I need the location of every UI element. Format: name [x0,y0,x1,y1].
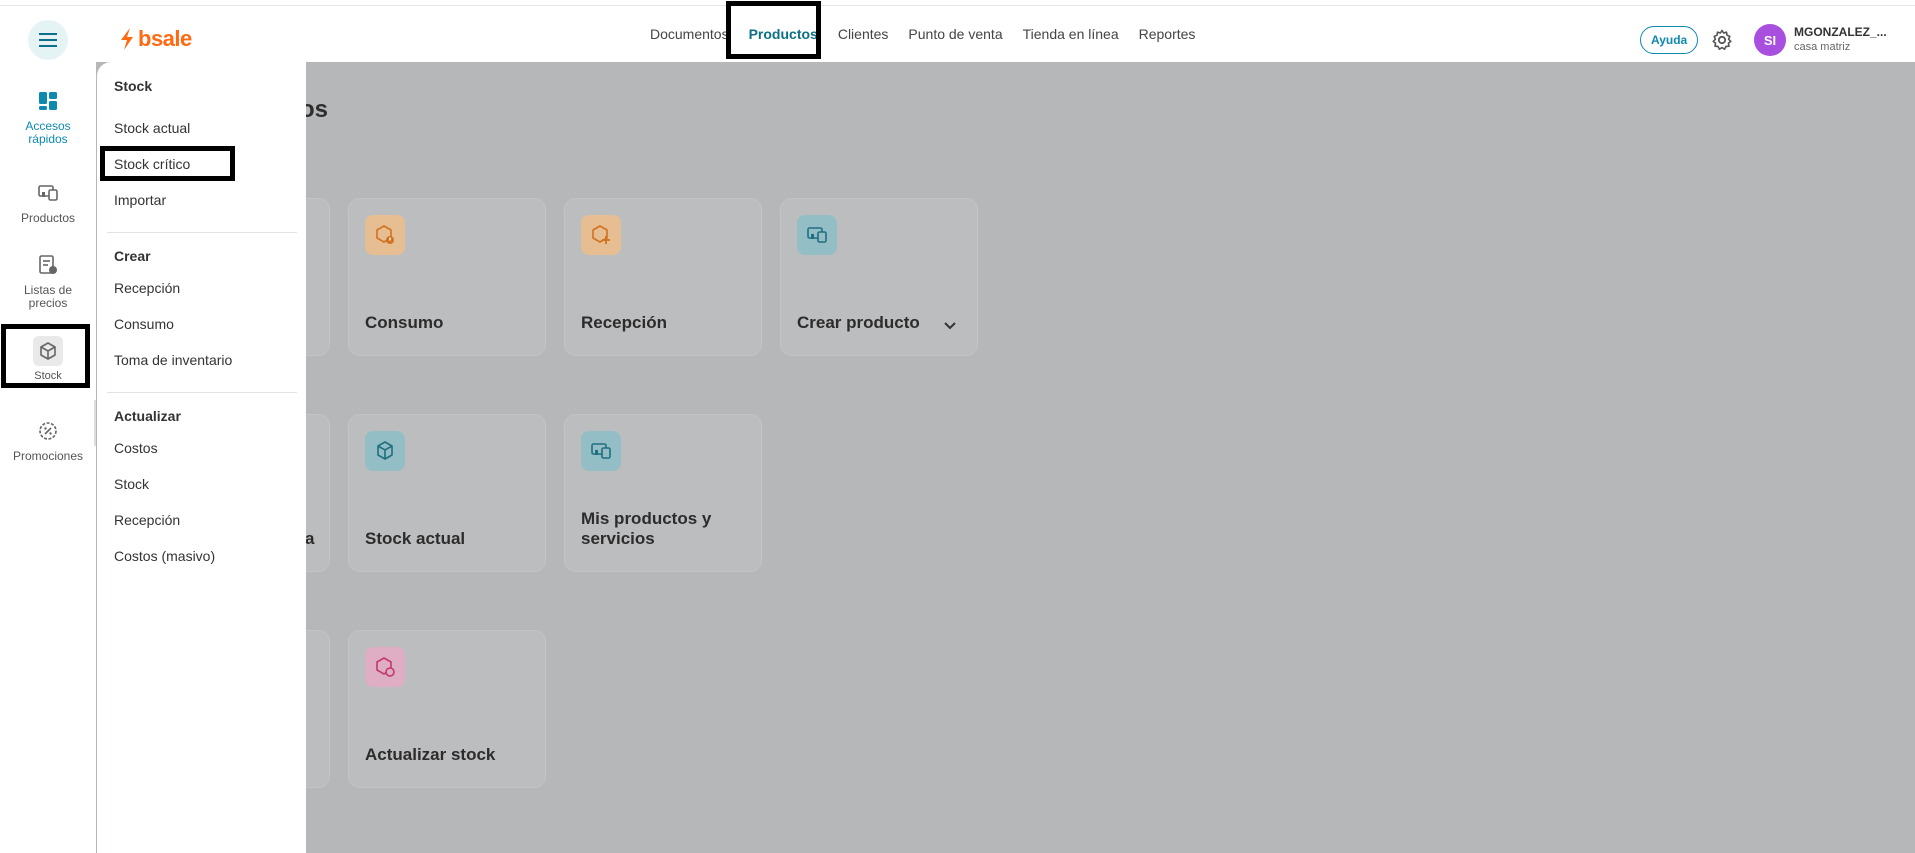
submenu-item-importar[interactable]: Importar [114,192,166,208]
rail-label: Promociones [12,449,84,463]
box-icon [40,342,56,360]
box-alert-icon [376,225,394,244]
submenu-heading-stock: Stock [114,78,153,94]
submenu-heading-actualizar: Actualizar [114,408,181,424]
products-icon [38,185,58,201]
rail-item-listas-de-precios[interactable]: Listas de precios [0,250,96,310]
menu-toggle-button[interactable] [28,20,68,60]
submenu-divider [107,392,297,393]
card-actualizar-stock[interactable]: Actualizar stock [348,630,546,788]
user-branch: casa matriz [1794,41,1851,53]
submenu-heading-crear: Crear [114,248,151,264]
card-title: Crear producto [797,313,920,332]
logo-text: bsale [138,26,192,51]
nav-reportes[interactable]: Reportes [1129,6,1206,62]
submenu-item-toma-de-inventario[interactable]: Toma de inventario [114,352,232,368]
card-recepcion[interactable]: Recepción [564,198,762,356]
user-name[interactable]: MGONZALEZ_... [1794,25,1887,39]
nav-punto-de-venta[interactable]: Punto de venta [898,6,1012,62]
submenu-item-stock-actual[interactable]: Stock actual [114,120,190,136]
submenu-item-consumo[interactable]: Consumo [114,316,174,332]
gear-icon[interactable] [1710,28,1734,52]
card-crear-producto[interactable]: Crear producto [780,198,978,356]
card-stock-actual[interactable]: Stock actual [348,414,546,572]
price-list-icon [39,255,57,274]
nav-productos[interactable]: Productos [739,6,828,62]
rail-item-stock[interactable]: Stock [0,336,96,383]
hamburger-icon [39,33,57,47]
card-consumo[interactable]: Consumo [348,198,546,356]
rail-item-productos[interactable]: Productos [0,178,96,225]
box-refresh-icon [376,657,395,677]
card-mis-productos[interactable]: Mis productos y servicios [564,414,762,572]
chevron-down-icon[interactable] [943,321,957,331]
submenu-divider [107,232,297,233]
help-button[interactable]: Ayuda [1640,26,1699,54]
card-title: Mis productos y servicios [581,509,712,548]
rail-item-accesos-rapidos[interactable]: Accesos rápidos [0,86,96,146]
rail-label: Stock [34,370,62,382]
card-title: Consumo [365,313,444,332]
card-title: Recepción [581,313,667,332]
card-partial-label: a [305,529,315,548]
submenu-item-recepcion-actualizar[interactable]: Recepción [114,512,180,528]
card-title: Stock actual [365,529,466,548]
stock-submenu: Stock Stock actual Stock crítico Importa… [97,62,306,853]
submenu-item-recepcion[interactable]: Recepción [114,280,180,296]
nav-clientes[interactable]: Clientes [828,6,899,62]
box-icon [377,441,393,460]
card-title: Actualizar stock [365,745,496,764]
rail-label: Listas de precios [23,283,73,310]
rail-label: Productos [20,211,76,225]
nav-documentos[interactable]: Documentos [640,6,739,62]
submenu-item-costos-masivo[interactable]: Costos (masivo) [114,548,215,564]
submenu-item-stock-critico[interactable]: Stock crítico [114,156,190,172]
dashboard-icon [39,92,57,110]
left-rail: Accesos rápidos Productos Listas de prec… [0,62,96,853]
promotions-icon [39,422,57,440]
box-plus-icon [592,225,610,244]
bsale-logo[interactable]: bsale [120,26,192,52]
bolt-icon [121,28,133,50]
nav-tienda-en-linea[interactable]: Tienda en línea [1013,6,1129,62]
submenu-item-stock[interactable]: Stock [114,476,149,492]
products-icon [591,443,611,459]
submenu-item-costos[interactable]: Costos [114,440,158,456]
rail-label: Accesos rápidos [25,119,71,146]
main-nav: Documentos Productos Clientes Punto de v… [640,6,1205,62]
rail-separator [94,400,96,446]
products-icon [807,227,827,243]
rail-item-promociones[interactable]: Promociones [0,416,96,463]
avatar[interactable]: SI [1754,24,1786,56]
top-bar: bsale Documentos Productos Clientes Punt… [0,6,1915,62]
